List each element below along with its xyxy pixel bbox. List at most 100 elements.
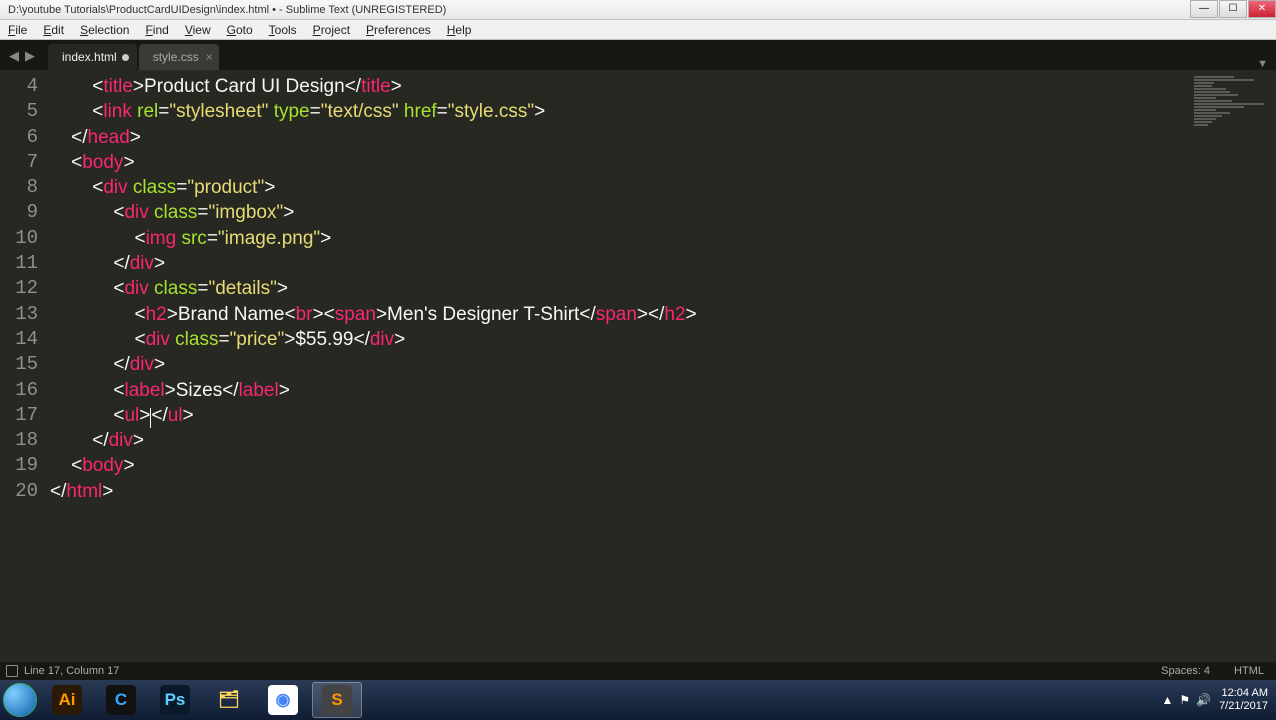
taskbar-sublime[interactable]: S [312, 682, 362, 718]
line-number[interactable]: 17 [0, 403, 50, 428]
minimap-line [1194, 79, 1254, 81]
line-number[interactable]: 15 [0, 352, 50, 377]
windows-taskbar: AiC Ps 🗂 ◉ S ▲ ⚑ 🔊 12:04 AM 7/21/2017 [0, 680, 1276, 720]
taskbar-illustrator[interactable]: Ai [42, 682, 92, 718]
nav-back-icon[interactable]: ◀ [9, 48, 19, 64]
menu-tools[interactable]: Tools [261, 21, 305, 39]
start-button[interactable] [0, 680, 40, 720]
minimap-line [1194, 124, 1208, 126]
code-line[interactable]: <img src="image.png"> [50, 226, 1186, 251]
tab-style-css[interactable]: style.css × [139, 44, 219, 70]
line-number[interactable]: 13 [0, 302, 50, 327]
line-number[interactable]: 18 [0, 428, 50, 453]
status-icon[interactable] [6, 665, 18, 677]
line-number[interactable]: 8 [0, 175, 50, 200]
minimize-button[interactable]: — [1190, 0, 1218, 18]
line-number[interactable]: 10 [0, 226, 50, 251]
editor[interactable]: 4567891011121314151617181920 <title>Prod… [0, 70, 1276, 674]
code-line[interactable]: <ul></ul> [50, 403, 1186, 428]
taskbar-explorer[interactable]: 🗂 [204, 682, 254, 718]
code-line[interactable]: </head> [50, 125, 1186, 150]
menu-selection[interactable]: Selection [72, 21, 137, 39]
status-syntax[interactable]: HTML [1222, 665, 1276, 677]
code-line[interactable]: </html> [50, 479, 1186, 504]
tray-volume-icon[interactable]: 🔊 [1196, 693, 1211, 707]
chrome-icon: ◉ [268, 685, 298, 715]
tab-nav: ◀ ▶ [6, 42, 38, 70]
line-number[interactable]: 11 [0, 251, 50, 276]
code-line[interactable]: <link rel="stylesheet" type="text/css" h… [50, 99, 1186, 124]
minimap-line [1194, 115, 1222, 117]
tray-icons[interactable]: ▲ ⚑ 🔊 [1161, 693, 1211, 707]
menu-goto[interactable]: Goto [219, 21, 261, 39]
close-button[interactable]: ✕ [1248, 0, 1276, 18]
menu-help[interactable]: Help [439, 21, 480, 39]
tray-chevron-icon[interactable]: ▲ [1161, 693, 1173, 707]
minimap-line [1194, 121, 1212, 123]
menu-bar: FileEditSelectionFindViewGotoToolsProjec… [0, 20, 1276, 40]
line-number[interactable]: 20 [0, 479, 50, 504]
gutter: 4567891011121314151617181920 [0, 70, 50, 674]
code-line[interactable]: </div> [50, 251, 1186, 276]
code-line[interactable]: <h2>Brand Name<br><span>Men's Designer T… [50, 302, 1186, 327]
windows-logo-icon [3, 683, 37, 717]
code-line[interactable]: <label>Sizes</label> [50, 378, 1186, 403]
line-number[interactable]: 9 [0, 200, 50, 225]
status-spaces[interactable]: Spaces: 4 [1149, 665, 1222, 677]
minimap-line [1194, 91, 1230, 93]
maximize-button[interactable]: ☐ [1219, 0, 1247, 18]
minimap-line [1194, 118, 1216, 120]
line-number[interactable]: 12 [0, 276, 50, 301]
nav-forward-icon[interactable]: ▶ [25, 48, 35, 64]
taskbar-photoshop[interactable]: Ps [150, 682, 200, 718]
code-line[interactable]: <div class="product"> [50, 175, 1186, 200]
code-line[interactable]: <div class="details"> [50, 276, 1186, 301]
menu-project[interactable]: Project [305, 21, 358, 39]
menu-find[interactable]: Find [137, 21, 176, 39]
menu-preferences[interactable]: Preferences [358, 21, 439, 39]
tab-dropdown-icon[interactable]: ▼ [1257, 58, 1268, 70]
tray-clock[interactable]: 12:04 AM 7/21/2017 [1219, 687, 1268, 713]
code-line[interactable]: </div> [50, 352, 1186, 377]
line-number[interactable]: 4 [0, 74, 50, 99]
minimap-line [1194, 100, 1232, 102]
tab-label: style.css [153, 50, 199, 64]
code-line[interactable]: <div class="imgbox"> [50, 200, 1186, 225]
code-line[interactable]: <body> [50, 150, 1186, 175]
tab-dirty-icon [122, 54, 129, 61]
code-line[interactable]: <title>Product Card UI Design</title> [50, 74, 1186, 99]
text-cursor [150, 408, 151, 428]
minimap-line [1194, 97, 1216, 99]
line-number[interactable]: 16 [0, 378, 50, 403]
tray-date: 7/21/2017 [1219, 700, 1268, 713]
minimap-line [1194, 76, 1234, 78]
line-number[interactable]: 19 [0, 453, 50, 478]
tray-action-center-icon[interactable]: ⚑ [1179, 693, 1190, 707]
code-line[interactable]: <body> [50, 453, 1186, 478]
menu-file[interactable]: File [0, 21, 35, 39]
tab-close-icon[interactable]: × [206, 50, 213, 64]
tab-index-html[interactable]: index.html [48, 44, 137, 70]
window-title: D:\youtube Tutorials\ProductCardUIDesign… [8, 4, 1189, 16]
line-number[interactable]: 7 [0, 150, 50, 175]
photoshop-icon: Ps [160, 685, 190, 715]
code-line[interactable]: </div> [50, 428, 1186, 453]
minimap[interactable] [1186, 70, 1276, 674]
menu-edit[interactable]: Edit [35, 21, 72, 39]
taskbar-c4d[interactable]: C [96, 682, 146, 718]
code-line[interactable]: <div class="price">$55.99</div> [50, 327, 1186, 352]
status-bar: Line 17, Column 17 Spaces: 4 HTML [0, 662, 1276, 680]
minimap-line [1194, 109, 1216, 111]
status-position[interactable]: Line 17, Column 17 [24, 665, 119, 677]
minimap-line [1194, 88, 1226, 90]
system-tray[interactable]: ▲ ⚑ 🔊 12:04 AM 7/21/2017 [1161, 687, 1276, 713]
minimap-line [1194, 112, 1230, 114]
minimap-line [1194, 82, 1214, 84]
menu-view[interactable]: View [177, 21, 219, 39]
code-area[interactable]: <title>Product Card UI Design</title> <l… [50, 70, 1186, 674]
line-number[interactable]: 14 [0, 327, 50, 352]
line-number[interactable]: 5 [0, 99, 50, 124]
taskbar-chrome[interactable]: ◉ [258, 682, 308, 718]
line-number[interactable]: 6 [0, 125, 50, 150]
minimap-line [1194, 94, 1238, 96]
